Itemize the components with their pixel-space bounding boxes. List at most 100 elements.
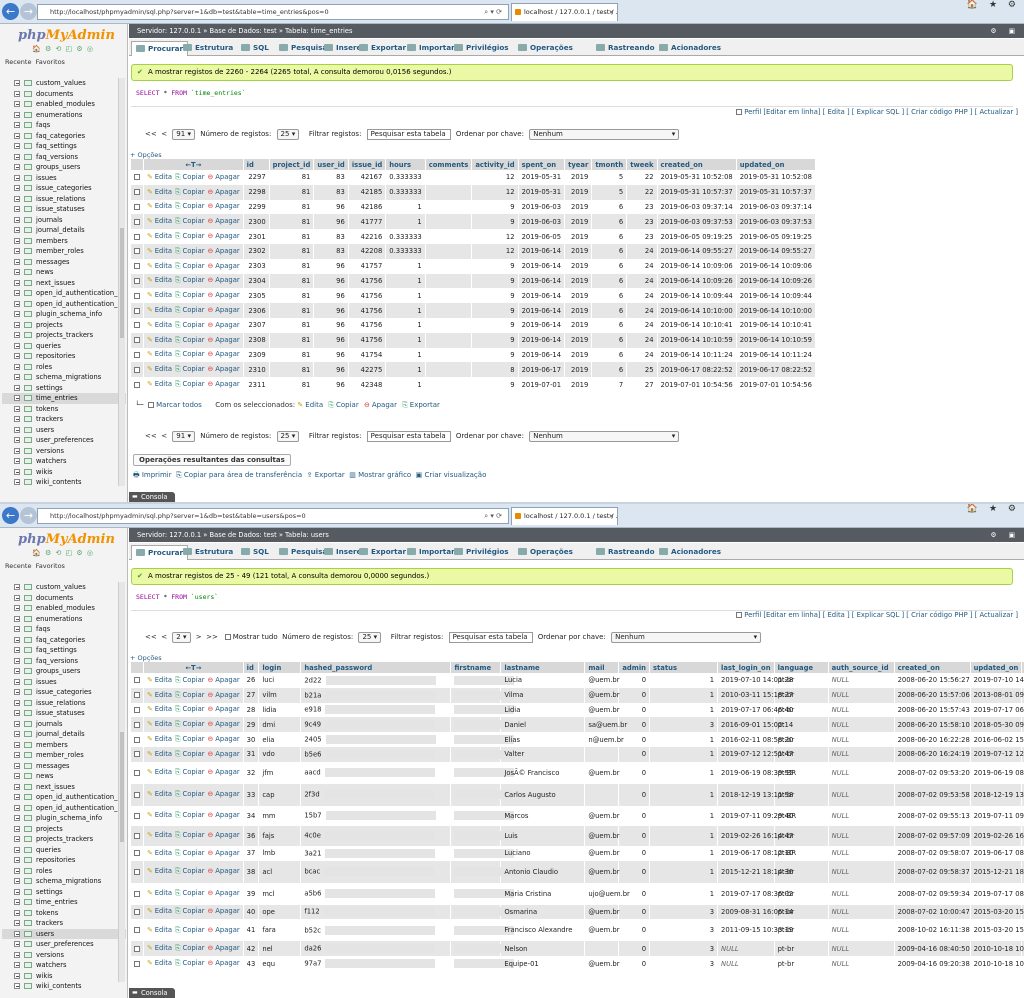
tab-8[interactable]: Operações — [518, 41, 573, 56]
column-header[interactable]: admin — [618, 662, 651, 673]
delete-button[interactable]: Apagar — [208, 173, 240, 181]
sidebar-table-item[interactable]: user_preferences — [2, 435, 126, 446]
copy-button[interactable]: Copiar — [175, 306, 205, 314]
tab-4[interactable]: Insere — [324, 41, 361, 56]
sidebar-table-item[interactable]: plugin_schema_info — [2, 309, 126, 320]
sidebar-table-item[interactable]: members — [2, 236, 126, 247]
sidebar-table-item[interactable]: open_id_authentication_nc — [2, 803, 126, 814]
phpmyadmin-logo[interactable]: phpMyAdmin — [18, 532, 115, 547]
sidebar-table-item[interactable]: next_issues — [2, 278, 126, 289]
expand-icon[interactable] — [14, 300, 20, 307]
prev-page-button[interactable]: < — [161, 432, 167, 440]
tab-4[interactable]: Insere — [324, 545, 361, 560]
tab-2[interactable]: SQL — [241, 545, 269, 560]
sidebar-table-item[interactable]: issues — [2, 677, 126, 688]
sidebar-table-item[interactable]: enumerations — [2, 110, 126, 121]
expand-icon[interactable] — [14, 174, 20, 181]
expand-icon[interactable] — [14, 447, 20, 454]
options-toggle[interactable]: + Opções — [130, 151, 162, 159]
expand-icon[interactable] — [14, 888, 20, 895]
edit-button[interactable]: Edita — [147, 306, 172, 314]
delete-button[interactable]: Apagar — [208, 365, 240, 373]
sidebar-table-item[interactable]: versions — [2, 950, 126, 961]
copy-button[interactable]: Copiar — [175, 944, 205, 952]
delete-button[interactable]: Apagar — [208, 959, 240, 967]
copy-button[interactable]: Copiar — [175, 691, 205, 699]
delete-button[interactable]: Apagar — [208, 867, 240, 875]
expand-icon[interactable] — [14, 437, 20, 443]
copy-clipboard-button[interactable]: ⎘ Copiar para área de transferência — [176, 471, 302, 479]
sidebar-table-item[interactable]: member_roles — [2, 246, 126, 257]
sidebar-table-item[interactable]: issue_categories — [2, 687, 126, 698]
expand-icon[interactable] — [14, 342, 20, 349]
delete-button[interactable]: Apagar — [208, 705, 240, 713]
expand-icon[interactable] — [14, 836, 20, 842]
sidebar-table-item[interactable]: faq_versions — [2, 656, 126, 667]
row-checkbox[interactable] — [134, 908, 140, 915]
window-controls[interactable]: 🏠 ★ ⚙ — [967, 504, 1020, 514]
expand-icon[interactable] — [14, 258, 20, 265]
profile-checkbox[interactable] — [736, 612, 743, 618]
edit-button[interactable]: Edita — [147, 188, 172, 196]
column-header[interactable]: hours — [385, 159, 426, 170]
column-header[interactable]: firstname — [450, 662, 502, 673]
first-page-button[interactable]: << — [145, 432, 157, 440]
expand-icon[interactable] — [14, 111, 20, 118]
row-checkbox[interactable] — [134, 812, 140, 819]
expand-icon[interactable] — [14, 90, 20, 97]
edit-button[interactable]: Edita — [147, 831, 172, 839]
edit-button[interactable]: Edita — [147, 959, 172, 967]
query-links[interactable]: Perfil [Editar em linha] [ Edita ] [ Exp… — [736, 611, 1018, 619]
sidebar-table-item[interactable]: faq_versions — [2, 152, 126, 163]
sidebar-table-item[interactable]: wikis — [2, 467, 126, 478]
sidebar-table-item[interactable]: news — [2, 771, 126, 782]
sidebar-table-item[interactable]: members — [2, 740, 126, 751]
delete-button[interactable]: Apagar — [208, 944, 240, 952]
copy-button[interactable]: Copiar — [175, 350, 205, 358]
mark-all-checkbox[interactable] — [147, 402, 154, 408]
copy-button[interactable]: Copiar — [175, 768, 205, 776]
delete-button[interactable]: Apagar — [208, 336, 240, 344]
forward-icon[interactable]: → — [20, 3, 37, 20]
tab-5[interactable]: Exportar — [359, 41, 406, 56]
column-header[interactable]: hashed_password — [300, 662, 452, 673]
expand-icon[interactable] — [14, 846, 20, 853]
expand-icon[interactable] — [14, 647, 20, 653]
sidebar-table-item[interactable]: versions — [2, 446, 126, 457]
sidebar-table-item[interactable]: journal_details — [2, 729, 126, 740]
header-sort[interactable]: ←T→ — [143, 159, 244, 170]
expand-icon[interactable] — [14, 899, 20, 905]
sidebar-table-item[interactable]: trackers — [2, 918, 126, 929]
delete-button[interactable]: Apagar — [208, 306, 240, 314]
delete-button[interactable]: Apagar — [208, 811, 240, 819]
column-header[interactable]: mail — [584, 662, 620, 673]
sidebar-table-item[interactable]: documents — [2, 89, 126, 100]
column-header[interactable]: auth_source_id — [828, 662, 895, 673]
sidebar-table-item[interactable]: open_id_authentication_as — [2, 792, 126, 803]
expand-icon[interactable] — [14, 290, 20, 296]
copy-button[interactable]: Copiar — [175, 380, 205, 388]
num-rows-select[interactable]: 25 ▾ — [276, 128, 300, 140]
back-icon[interactable]: ← — [2, 3, 19, 20]
sidebar-table-item[interactable]: schema_migrations — [2, 876, 126, 887]
expand-icon[interactable] — [14, 867, 20, 874]
search-icon[interactable]: ⌕ ▾ ⟳ — [484, 509, 502, 523]
row-checkbox[interactable] — [134, 277, 140, 284]
sidebar-table-item[interactable]: faqs — [2, 624, 126, 635]
sidebar-table-item[interactable]: groups_users — [2, 666, 126, 677]
expand-icon[interactable] — [14, 773, 20, 779]
edit-button[interactable]: Edita — [147, 944, 172, 952]
mark-all-link[interactable]: Marcar todos — [156, 401, 202, 409]
copy-button[interactable]: Copiar — [175, 790, 205, 798]
column-header[interactable]: login — [258, 662, 302, 673]
tab-2[interactable]: SQL — [241, 41, 269, 56]
expand-icon[interactable] — [14, 426, 20, 433]
sidebar-table-item[interactable]: users — [2, 425, 126, 436]
edit-button[interactable]: Edita — [147, 321, 172, 329]
expand-icon[interactable] — [14, 332, 20, 338]
options-toggle[interactable]: + Opções — [130, 654, 162, 662]
expand-icon[interactable] — [14, 468, 20, 475]
expand-icon[interactable] — [14, 195, 20, 202]
column-header[interactable]: project_id — [269, 159, 315, 170]
edit-button[interactable]: Edita — [147, 691, 172, 699]
